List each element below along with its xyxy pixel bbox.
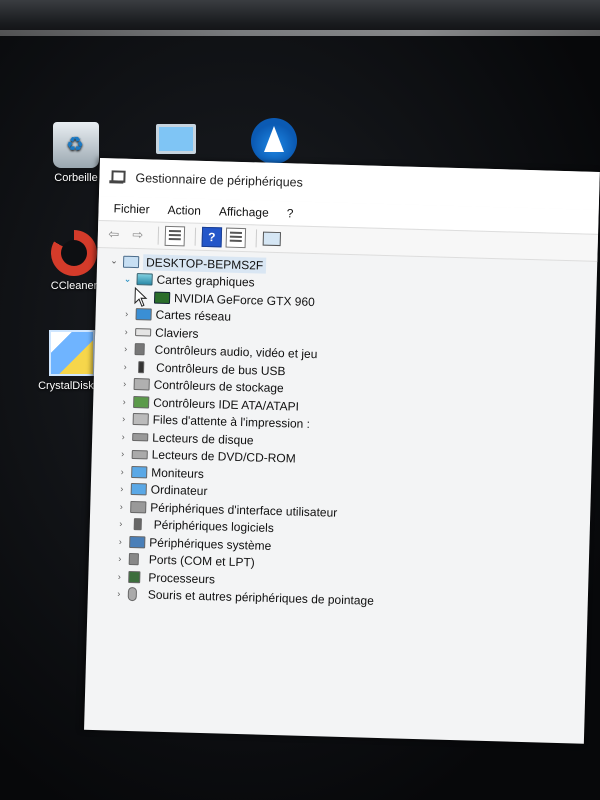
hid-icon xyxy=(130,500,147,514)
tree-category-label: Périphériques système xyxy=(149,535,272,553)
software-device-icon xyxy=(133,518,142,531)
gpu-icon xyxy=(153,291,171,304)
printer-icon xyxy=(132,413,149,426)
tree-category-label: Claviers xyxy=(154,325,199,341)
system-device-icon xyxy=(129,535,146,549)
port-icon xyxy=(128,553,139,566)
menu-action[interactable]: Action xyxy=(158,203,210,218)
ccleaner-icon xyxy=(51,230,97,276)
desktop-icon-label: Corbeille xyxy=(54,172,98,184)
chevron-right-icon[interactable]: › xyxy=(117,396,131,406)
toolbar-separator xyxy=(157,226,160,245)
desktop-icon-label: CCleaner xyxy=(50,280,98,292)
chevron-right-icon[interactable]: › xyxy=(114,501,128,511)
device-manager-window: Gestionnaire de périphériques Fichier Ac… xyxy=(84,158,600,744)
tree-category-label: Contrôleurs IDE ATA/ATAPI xyxy=(153,395,300,414)
tree-category-label: Moniteurs xyxy=(151,465,205,481)
chevron-right-icon[interactable]: › xyxy=(118,361,132,371)
chevron-right-icon[interactable]: › xyxy=(116,431,130,441)
storage-controller-icon xyxy=(133,378,150,391)
chevron-right-icon[interactable]: › xyxy=(116,449,130,459)
usb-icon xyxy=(138,360,145,374)
mouse-icon xyxy=(127,587,138,602)
toolbar-separator xyxy=(194,227,197,246)
dvd-drive-icon xyxy=(131,449,148,460)
chevron-right-icon[interactable]: › xyxy=(119,326,133,337)
device-manager-app-icon xyxy=(109,170,123,184)
chevron-down-icon[interactable]: ⌄ xyxy=(107,255,121,266)
view-list-icon[interactable] xyxy=(225,227,247,249)
chevron-right-icon[interactable]: › xyxy=(112,571,126,581)
computer-icon xyxy=(130,483,147,496)
tree-device-label: NVIDIA GeForce GTX 960 xyxy=(173,290,315,309)
chevron-right-icon[interactable]: › xyxy=(115,466,129,476)
tree-category-label: Processeurs xyxy=(148,570,216,587)
menu-help[interactable]: ? xyxy=(278,206,303,221)
chevron-right-icon[interactable]: › xyxy=(112,589,126,599)
tree-root-label: DESKTOP-BEPMS2F xyxy=(142,253,267,274)
chevron-right-icon[interactable]: › xyxy=(113,536,127,546)
chevron-right-icon[interactable]: › xyxy=(115,484,129,494)
keyboard-icon xyxy=(135,327,152,337)
network-adapter-icon xyxy=(135,308,152,321)
monitor-icon xyxy=(131,465,148,479)
tree-category-label: Contrôleurs de stockage xyxy=(153,377,284,396)
help-icon[interactable]: ? xyxy=(201,226,223,248)
chevron-right-icon[interactable]: › xyxy=(119,344,133,354)
processor-icon xyxy=(128,570,141,584)
display-adapter-icon xyxy=(136,273,153,286)
tree-category-label: Périphériques logiciels xyxy=(153,517,275,536)
vlc-icon xyxy=(251,118,297,164)
window-title: Gestionnaire de périphériques xyxy=(135,171,304,190)
chevron-right-icon[interactable]: › xyxy=(114,519,128,529)
ide-controller-icon xyxy=(133,395,150,409)
tree-category-label: Souris et autres périphériques de pointa… xyxy=(147,587,375,609)
tree-category-label: Ordinateur xyxy=(150,482,208,499)
tree-category-label: Lecteurs de disque xyxy=(152,430,254,448)
tree-category-label: Cartes réseau xyxy=(155,307,232,324)
tree-category-label: Ports (COM et LPT) xyxy=(148,552,255,570)
desktop-icon-vlc[interactable] xyxy=(228,118,320,168)
back-arrow-icon[interactable]: ⇦ xyxy=(104,224,125,245)
device-tree: ⌄ DESKTOP-BEPMS2F ⌄ Cartes graphiques NV… xyxy=(88,248,598,616)
disk-drive-icon xyxy=(132,432,149,442)
recycle-bin-icon xyxy=(53,122,99,168)
tree-category-label: Cartes graphiques xyxy=(156,272,255,290)
menu-affichage[interactable]: Affichage xyxy=(210,204,278,220)
menu-fichier[interactable]: Fichier xyxy=(104,201,158,217)
chevron-right-icon[interactable]: › xyxy=(117,414,131,424)
tree-category-label: Lecteurs de DVD/CD-ROM xyxy=(151,447,296,466)
properties-icon[interactable] xyxy=(164,225,186,247)
tree-category-label: Contrôleurs de bus USB xyxy=(155,360,286,379)
desktop-icon-this-pc[interactable] xyxy=(130,124,222,158)
computer-icon xyxy=(122,255,140,268)
crystaldiskinfo-icon xyxy=(49,330,95,376)
scan-hardware-icon[interactable] xyxy=(262,231,282,247)
speaker-icon xyxy=(134,343,145,356)
chevron-right-icon[interactable]: › xyxy=(113,554,127,564)
chevron-right-icon[interactable]: › xyxy=(120,309,134,319)
toolbar-separator xyxy=(255,229,258,248)
this-pc-icon xyxy=(156,124,196,154)
chevron-right-icon[interactable]: › xyxy=(118,379,132,389)
forward-arrow-icon[interactable]: ⇨ xyxy=(128,225,149,246)
chevron-down-icon[interactable]: ⌄ xyxy=(120,273,134,284)
